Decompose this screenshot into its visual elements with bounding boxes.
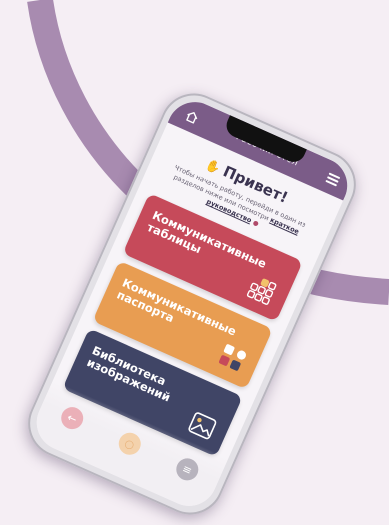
shapes-icon	[219, 344, 247, 371]
wave-hand-icon: ✋	[203, 157, 223, 177]
back-arrow-icon: ←	[57, 403, 87, 433]
nav-back-button[interactable]: ←	[44, 398, 100, 441]
circle-icon: ○	[115, 429, 145, 459]
image-icon	[188, 412, 217, 440]
nav-center-button[interactable]: ○	[101, 424, 157, 467]
nav-right-button[interactable]: ≡	[159, 449, 215, 492]
grid-icon	[246, 278, 277, 305]
menu-icon[interactable]	[325, 172, 341, 187]
home-icon[interactable]	[184, 109, 200, 125]
guide-dot-icon	[252, 219, 260, 227]
list-icon: ≡	[172, 454, 202, 484]
